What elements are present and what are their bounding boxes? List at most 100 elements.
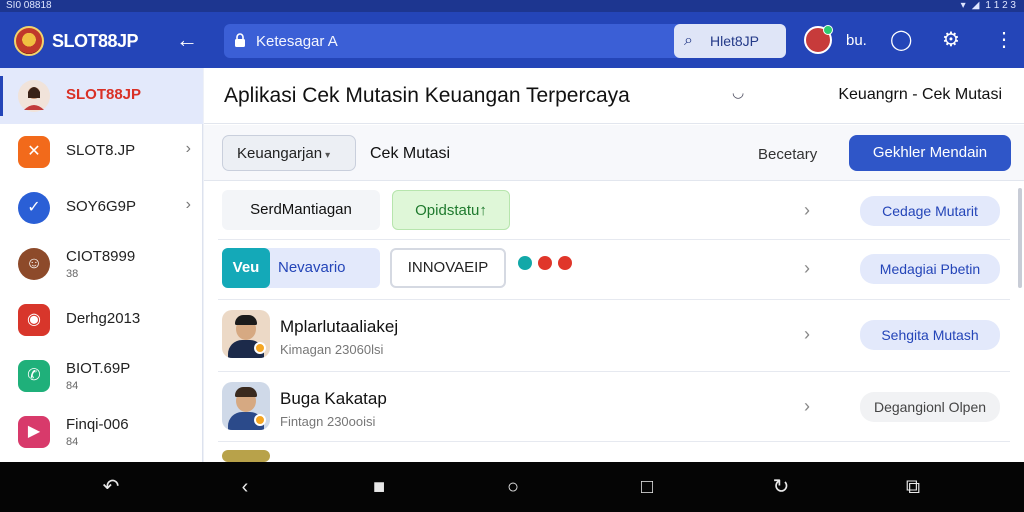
lock-icon [235,33,245,47]
toolbar: Keuangarjan ▾ Cek Mutasi Becetary Gekhler… [204,125,1024,181]
avatar [222,450,270,462]
chevron-right-icon[interactable]: › [804,258,810,279]
sidebar-item-ciot8999[interactable]: ☺ CIOT8999 38 [0,236,203,292]
logo-text: SLOT88JP [52,30,139,51]
row-sub: Fintagn 230ooisi [280,414,376,429]
accent-chip[interactable]: Veu [222,248,270,288]
toolbar-right-label[interactable]: Becetary [758,146,817,163]
home-icon[interactable]: ○ [500,474,526,500]
camera-icon: ◉ [18,304,50,336]
like-icon [558,256,572,270]
app-bar: SLOT88JP ← Ketesagar A ⌕ Hlet8JP bu. ◯ ⚙… [0,12,1024,68]
sidebar-item-biot69p[interactable]: ✆ BIOT.69P 84 [0,348,203,404]
row-name: Mplarlutaaliakej [280,317,399,336]
app-logo[interactable]: SLOT88JP [14,26,139,56]
sidebar-item-label: Finqi-006 [66,416,129,433]
page-title: Aplikasi Cek Mutasin Keuangan Terpercaya [224,84,630,107]
signal-icon: ◢ [971,0,980,11]
status-chip-label: Opidstatu [415,202,480,219]
scrollbar[interactable] [1018,188,1022,288]
check-icon: ✓ [18,192,50,224]
sidebar-item-label: BIOT.69P [66,360,131,377]
coin-icon [254,342,266,354]
undo-icon[interactable]: ↶ [98,474,124,500]
sidebar-item-label: SLOT8.JP [66,142,136,159]
search-value: Hlet8JP [710,33,760,49]
youtube-icon: ▶ [18,416,50,448]
outline-chip[interactable]: INNOVAEIP [390,248,506,288]
url-bar[interactable]: Ketesagar A ⌕ Hlet8JP [224,24,786,58]
status-chip[interactable]: Opidstatu↑ [392,190,510,230]
gear-icon[interactable]: ⚙ [942,28,960,52]
sidebar-item-slot88jp[interactable]: SLOT88JP [0,68,203,124]
list-item: Mplarlutaaliakej Kimagan 23060lsi › Sehg… [218,300,1010,372]
chevron-right-icon[interactable]: › [804,324,810,345]
teal-dot-icon [518,256,532,270]
status-time: 1 1 2 3 [985,0,1016,11]
more-vert-icon[interactable]: ⋮ [994,28,1014,52]
stop-icon[interactable]: ■ [366,474,392,500]
back-icon[interactable]: ‹ [232,474,258,500]
list-item: Buga Kakatap Fintagn 230ooisi › Degangio… [218,372,1010,442]
caret-down-icon: ▾ [325,150,331,161]
chevron-right-icon[interactable]: › [804,200,810,221]
back-arrow-icon[interactable]: ← [176,28,198,52]
coin-icon [254,414,266,426]
sidebar-item-sub: 84 [66,436,79,448]
list-item: Nevavario Veu INNOVAEIP › Medagiai Pbeti… [218,240,1010,300]
sidebar-item-label: Derhg2013 [66,310,141,327]
row-action-button[interactable]: Cedage Mutarit [860,196,1000,226]
sidebar: SLOT88JP ✕ SLOT8.JP › ✓ SOY6G9P › ☺ CIOT… [0,68,203,462]
heart-icon [538,256,552,270]
row-action-button[interactable]: Sehgita Mutash [860,320,1000,350]
spinner-icon: ◡ [732,84,745,100]
row-chip-label: Nevavario [278,259,346,276]
row-action-button[interactable]: Degangionl Olpen [860,392,1000,422]
sidebar-item-label: CIOT8999 [66,248,136,265]
screenshot-icon[interactable]: ⧉ [900,474,926,500]
sidebar-item-soy6g9p[interactable]: ✓ SOY6G9P › [0,180,203,236]
sidebar-item-label: SOY6G9P [66,198,137,215]
status-right: ▾ ◢ 1 1 2 3 [961,0,1016,12]
sidebar-item-derhg2013[interactable]: ◉ Derhg2013 [0,292,203,348]
row-name: Buga Kakatap [280,389,387,408]
avatar [222,310,270,358]
url-text: Ketesagar A [256,33,338,50]
sidebar-item-finqi006[interactable]: ▶ Finqi-006 84 [0,404,203,460]
toolbar-label: Cek Mutasi [370,145,451,162]
chevron-right-icon: › [185,196,191,213]
list-item: SerdMantiagan Opidstatu↑ › Cedage Mutari… [218,182,1010,240]
avatar[interactable] [804,25,833,54]
row-chip[interactable]: SerdMantiagan [222,190,380,230]
sidebar-item-sub: 38 [66,268,79,280]
primary-button[interactable]: Gekhler Mendain [849,135,1011,171]
sidebar-item-sub: 84 [66,380,79,392]
avatar-hair [235,387,257,397]
appbar-account[interactable]: bu. [804,25,867,54]
list-item [218,442,1010,462]
sidebar-item-slot8jp[interactable]: ✕ SLOT8.JP › [0,124,203,180]
avatar [222,382,270,430]
status-bar: SI0 08818 ▾ ◢ 1 1 2 3 [0,0,1024,12]
avatar-hair [235,315,257,325]
search-input[interactable]: ⌕ Hlet8JP [674,24,786,58]
chat-icon[interactable]: ◯ [890,28,912,52]
system-nav-bar: ↶ ‹ ■ ○ □ ↻ ⧉ [0,462,1024,512]
row-action-button[interactable]: Medagiai Pbetin [860,254,1000,284]
chevron-right-icon[interactable]: › [804,396,810,417]
rotate-icon[interactable]: ↻ [768,474,794,500]
chevron-right-icon: › [185,140,191,157]
recents-icon[interactable]: □ [634,474,660,500]
person-icon: ☺ [18,248,50,280]
wifi-icon: ▾ [960,0,966,11]
title-breadcrumb: Keuangrn - Cek Mutasi [838,86,1002,103]
category-dropdown[interactable]: Keuangarjan ▾ [222,135,356,171]
row-sub: Kimagan 23060lsi [280,342,384,357]
sidebar-item-label: SLOT88JP [66,86,142,103]
status-left-text: SI0 08818 [6,0,52,11]
logo-badge-icon [14,26,44,56]
arrow-up-icon: ↑ [479,202,487,219]
language-label[interactable]: bu. [846,32,867,49]
title-row: Aplikasi Cek Mutasin Keuangan Terpercaya… [204,68,1024,124]
avatar-icon [18,80,50,112]
